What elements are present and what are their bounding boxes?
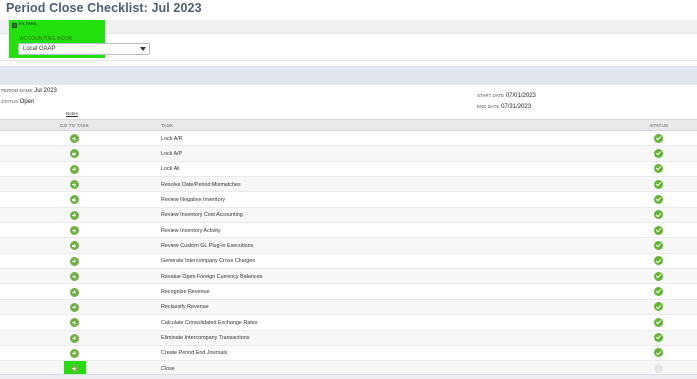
table-row: Review Custom GL Plug-in Executions — [0, 238, 697, 254]
period-name: PERIOD NAME Jul 2023 — [1, 88, 57, 94]
task-name: Close — [161, 365, 175, 372]
table-row: Review Inventory Activity — [0, 223, 697, 239]
table-row: Revalue Open Foreign Currency Balances — [0, 269, 697, 285]
arrow-right-circle-icon[interactable] — [70, 180, 79, 190]
accounting-book-label: ACCOUNTING BOOK — [20, 36, 73, 42]
accounting-book-value: Local GAAP — [23, 46, 56, 52]
period-name-label: PERIOD NAME — [1, 88, 33, 93]
arrow-right-circle-icon[interactable] — [70, 272, 79, 282]
check-circle-icon — [654, 317, 663, 327]
start-date: START DATE 07/01/2023 — [477, 93, 536, 99]
task-name: Generate Intercompany Cross Charges — [161, 258, 256, 265]
arrow-right-circle-icon[interactable] — [70, 287, 79, 297]
check-circle-icon — [654, 148, 663, 158]
section-divider — [0, 60, 697, 61]
column-header-task[interactable]: TASK — [161, 123, 173, 128]
table-row: Eliminate Intercompany Transactions — [0, 330, 697, 346]
check-circle-icon — [654, 333, 663, 343]
check-circle-icon — [654, 210, 663, 220]
table-row: Review Negative Inventory — [0, 192, 697, 208]
check-circle-icon — [654, 133, 663, 143]
table-row: Recognize Revenue — [0, 285, 697, 300]
end-date-label: END DATE — [477, 104, 500, 109]
task-name: Eliminate Intercompany Transactions — [161, 335, 250, 342]
page-title: Period Close Checklist: Jul 2023 — [6, 1, 202, 15]
check-circle-icon — [654, 179, 663, 189]
check-circle-icon — [654, 225, 663, 235]
arrow-right-circle-icon[interactable] — [70, 348, 79, 358]
task-name: Recognize Revenue — [161, 289, 210, 295]
table-row: Generate Intercompany Cross Charges — [0, 254, 697, 270]
notes-link[interactable]: Notes — [66, 111, 78, 116]
check-circle-icon — [654, 348, 663, 358]
arrow-right-circle-icon[interactable] — [70, 241, 79, 251]
period-status-value: Open — [19, 99, 35, 105]
task-name: Resolve Date/Period Mismatches — [161, 181, 241, 188]
table-header: GO TO TASK TASK STATUS — [0, 119, 697, 131]
task-name: Lock A/P — [161, 150, 183, 157]
arrow-right-circle-icon[interactable] — [70, 318, 79, 328]
task-name: Reclassify Revenue — [161, 304, 209, 311]
arrow-right-circle-icon[interactable] — [70, 210, 79, 220]
chevron-down-icon[interactable] — [140, 47, 146, 51]
check-circle-icon — [654, 302, 663, 312]
task-name: Review Negative Inventory — [161, 196, 226, 203]
table-row: Lock A/P — [0, 146, 697, 162]
table-row: Create Period End Journals — [0, 346, 697, 362]
table-row: Calculate Consolidated Exchange Rates — [0, 315, 697, 331]
arrow-right-circle-icon[interactable] — [70, 164, 79, 174]
task-name: Lock All — [161, 166, 180, 173]
table-row: Lock All — [0, 162, 697, 178]
task-name: Calculate Consolidated Exchange Rates — [161, 319, 258, 326]
period-status-label: STATUS — [1, 99, 19, 104]
end-date-value: 07/31/2023 — [501, 104, 532, 110]
period-name-value: Jul 2023 — [34, 88, 57, 94]
task-name: Review Custom GL Plug-in Executions — [161, 242, 254, 249]
check-circle-icon — [654, 240, 663, 250]
end-date: END DATE 07/31/2023 — [477, 104, 531, 110]
table-row: Resolve Date/Period Mismatches — [0, 177, 697, 193]
arrow-right-circle-icon[interactable] — [70, 195, 79, 205]
arrow-right-circle-icon[interactable] — [70, 333, 79, 343]
accounting-book-select[interactable]: Local GAAP — [18, 43, 150, 55]
empty-circle-icon — [654, 363, 663, 373]
task-name: Revalue Open Foreign Currency Balances — [161, 273, 263, 280]
arrow-right-circle-icon[interactable] — [70, 134, 79, 143]
filters-toggle-icon[interactable] — [12, 23, 17, 28]
header-band — [0, 66, 697, 85]
start-date-value: 07/01/2023 — [505, 93, 536, 99]
check-circle-icon — [654, 194, 663, 204]
check-circle-icon — [654, 287, 663, 296]
arrow-right-circle-icon[interactable] — [70, 226, 79, 236]
check-circle-icon — [654, 271, 663, 281]
check-circle-icon — [654, 164, 663, 174]
task-name: Create Period End Journals — [161, 350, 228, 357]
task-name: Lock A/R — [161, 135, 183, 142]
column-header-status[interactable]: STATUS — [650, 123, 668, 128]
start-date-label: START DATE — [477, 93, 505, 98]
task-name: Review Inventory Activity — [161, 227, 221, 234]
column-header-goto[interactable]: GO TO TASK — [60, 123, 89, 128]
arrow-right-circle-icon[interactable] — [70, 149, 79, 159]
table-row: Lock A/R — [0, 131, 697, 147]
bottom-scrollbar[interactable] — [0, 374, 697, 379]
table-row: Review Inventory Cost Accounting — [0, 207, 697, 224]
check-circle-icon — [654, 256, 663, 266]
period-status: STATUS Open — [1, 99, 34, 105]
filters-label[interactable]: FILTERS — [19, 21, 37, 26]
task-name: Review Inventory Cost Accounting — [161, 212, 243, 219]
arrow-right-circle-icon[interactable] — [70, 302, 79, 312]
table-row: Reclassify Revenue — [0, 299, 697, 316]
arrow-right-circle-icon[interactable] — [70, 256, 79, 266]
